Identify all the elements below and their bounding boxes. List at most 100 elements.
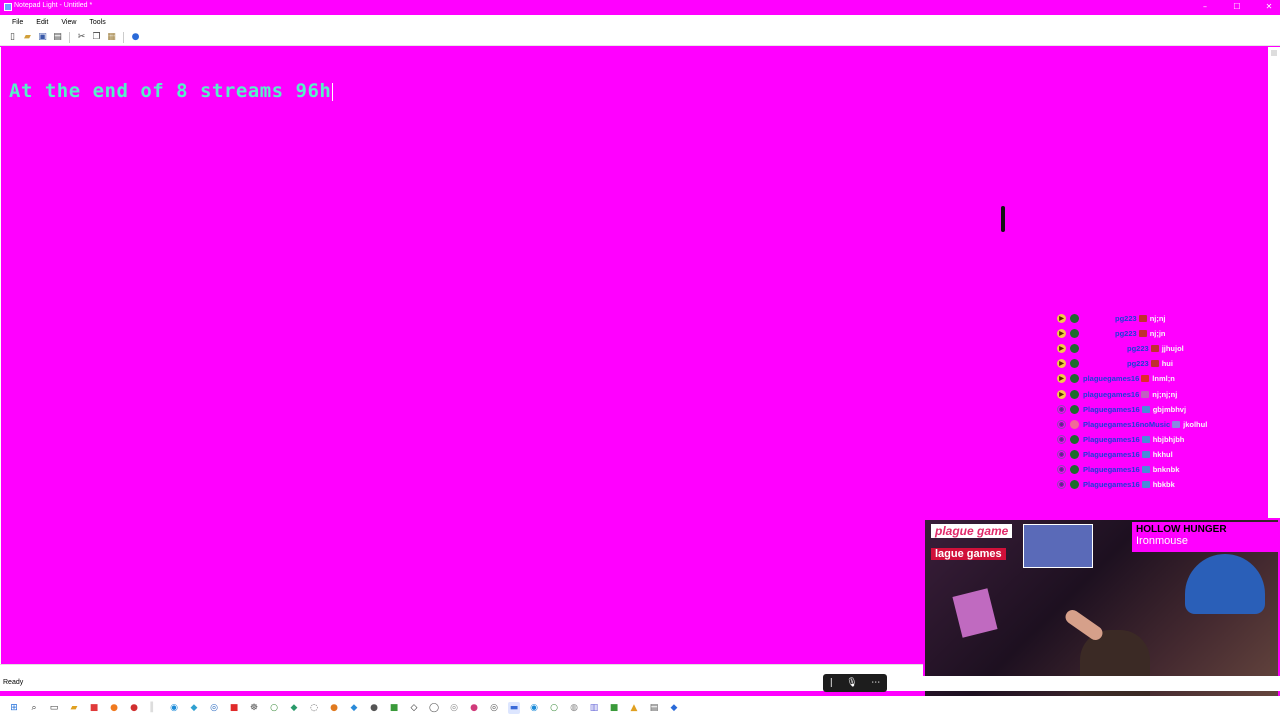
app-icon[interactable]: ☸	[248, 702, 260, 714]
task-view-icon[interactable]: ▭	[48, 702, 60, 714]
chat-badge-icon	[1138, 315, 1147, 323]
maximize-button[interactable]: ☐	[1232, 2, 1242, 11]
app-icon[interactable]: ◎	[208, 702, 220, 714]
app-icon[interactable]: ○	[268, 702, 280, 714]
app-icon[interactable]: ○	[548, 702, 560, 714]
chat-badge-icon	[1172, 420, 1181, 428]
app-icon[interactable]: ●	[368, 702, 380, 714]
app-icon[interactable]: ■	[608, 702, 620, 714]
chat-message: ▶ pg223 hui	[1054, 356, 1224, 371]
app-icon[interactable]: ◆	[348, 702, 360, 714]
status-bar: Ready	[0, 676, 1280, 691]
app-icon[interactable]: ◌	[308, 702, 320, 714]
avatar	[1070, 434, 1079, 444]
chat-message: ◉ Plaguegames16 hbkbk	[1054, 477, 1224, 492]
file-explorer-icon[interactable]: ▰	[68, 702, 80, 714]
avatar	[1070, 419, 1079, 429]
chat-message: ▶ pg223 nj;jn	[1054, 326, 1224, 341]
store-icon[interactable]: ■	[88, 702, 100, 714]
twitch-icon: ◉	[1057, 449, 1066, 459]
help-icon[interactable]: ●	[129, 31, 142, 44]
app-icon[interactable]: ■	[228, 702, 240, 714]
twitch-icon: ◉	[1057, 480, 1066, 490]
mic-widget: | 🎙 ⋯	[823, 674, 887, 692]
new-file-icon[interactable]: ▯	[6, 31, 19, 44]
app-icon[interactable]: ●	[328, 702, 340, 714]
app-icon[interactable]: ▍	[148, 702, 160, 714]
youtube-icon: ▶	[1057, 389, 1066, 399]
save-icon[interactable]: ▣	[36, 31, 49, 44]
editor-content[interactable]: At the end of 8 streams 96h	[9, 80, 334, 102]
windows-start-icon[interactable]: ⊞	[8, 702, 20, 714]
app-icon[interactable]: ◆	[188, 702, 200, 714]
chat-username: Plaguegames16	[1083, 464, 1140, 474]
app-icon[interactable]: ▤	[648, 702, 660, 714]
avatar	[1070, 314, 1079, 324]
menu-edit[interactable]: Edit	[32, 19, 52, 26]
bar-icon[interactable]: |	[830, 678, 833, 688]
avatar	[1070, 404, 1079, 414]
chat-message: ◉ Plaguegames16noMusic jkolhul	[1054, 417, 1224, 432]
cut-icon[interactable]: ✂	[75, 31, 88, 44]
microphone-icon[interactable]: 🎙	[846, 678, 857, 688]
chat-username: Plaguegames16	[1083, 434, 1140, 444]
app-icon[interactable]: ●	[108, 702, 120, 714]
app-icon[interactable]: ◍	[568, 702, 580, 714]
app-icon[interactable]: ▥	[588, 702, 600, 714]
chat-message: ◉ Plaguegames16 gbjmbhvj	[1054, 402, 1224, 417]
avatar	[1070, 449, 1079, 459]
chat-message: ▶ pg223 nj;nj	[1054, 311, 1224, 326]
chat-text: nj;nj	[1149, 314, 1166, 324]
app-icon[interactable]: ◎	[448, 702, 460, 714]
app-icon[interactable]: ▲	[628, 702, 640, 714]
app-icon[interactable]: ●	[468, 702, 480, 714]
app-icon[interactable]: ▬	[508, 702, 520, 714]
app-icon[interactable]: ■	[388, 702, 400, 714]
chat-username: pg223	[1115, 314, 1137, 324]
chat-username: plaguegames16	[1083, 374, 1140, 384]
open-folder-icon[interactable]: ▰	[21, 31, 34, 44]
horizontal-scrollbar[interactable]	[0, 664, 924, 676]
app-icon[interactable]: ◆	[668, 702, 680, 714]
scroll-up-arrow[interactable]	[1271, 50, 1277, 56]
edge-icon[interactable]: ◉	[168, 702, 180, 714]
chat-text: nj;jn	[1149, 329, 1166, 339]
chat-badge-icon	[1141, 405, 1150, 413]
chat-username: pg223	[1115, 329, 1137, 339]
chat-text: nj;nj;nj	[1152, 389, 1178, 399]
twitch-icon: ◉	[1057, 404, 1066, 414]
close-button[interactable]: ✕	[1264, 2, 1274, 11]
minimize-button[interactable]: –	[1200, 2, 1210, 11]
chat-badge-icon	[1141, 450, 1150, 458]
game-title: HOLLOW HUNGER	[1136, 524, 1227, 535]
app-icon[interactable]: ◆	[288, 702, 300, 714]
twitch-icon: ◉	[1057, 434, 1066, 444]
menu-view[interactable]: View	[57, 19, 80, 26]
menu-file[interactable]: File	[8, 19, 27, 26]
chat-message: ▶ plaguegames16 nj;nj;nj	[1054, 386, 1224, 401]
toolbar-separator	[69, 31, 70, 43]
chat-badge-icon	[1150, 360, 1159, 368]
search-icon[interactable]: ⌕	[28, 702, 40, 714]
chat-username: pg223	[1127, 359, 1149, 369]
twitch-icon: ◉	[1057, 419, 1066, 429]
print-icon[interactable]: ▤	[51, 31, 64, 44]
browser-icon[interactable]: ●	[128, 702, 140, 714]
chat-text: hui	[1161, 359, 1173, 369]
mouse-cursor-icon	[1001, 206, 1005, 232]
menu-tools[interactable]: Tools	[85, 19, 109, 26]
chat-text: bnknbk	[1152, 464, 1180, 474]
app-icon[interactable]: ◇	[408, 702, 420, 714]
app-icon[interactable]: ◉	[528, 702, 540, 714]
app-icon[interactable]: ◯	[428, 702, 440, 714]
paste-icon[interactable]: ▦	[105, 31, 118, 44]
window-title: Notepad Light - Untitled *	[14, 2, 93, 9]
more-icon[interactable]: ⋯	[871, 678, 880, 688]
chat-text: lnml;n	[1152, 374, 1175, 384]
app-icon[interactable]: ◎	[488, 702, 500, 714]
notepad-app-icon	[4, 3, 12, 11]
chat-badge-icon	[1141, 481, 1150, 489]
avatar	[1070, 389, 1079, 399]
copy-icon[interactable]: ❐	[90, 31, 103, 44]
chat-message: ▶ plaguegames16 lnml;n	[1054, 371, 1224, 386]
